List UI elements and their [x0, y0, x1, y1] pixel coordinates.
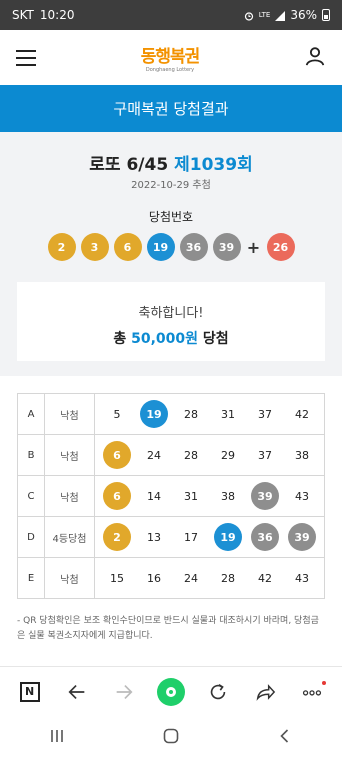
winning-ball: 3	[80, 233, 109, 261]
logo-subtext: Donghaeng Lottery	[145, 67, 195, 73]
bonus-ball: 26	[266, 233, 295, 261]
ticket-number: 13	[147, 530, 161, 544]
draw-summary: 로또 6/45 제1039회 2022-10-29 추첨 당첨번호 2 3 6 …	[0, 132, 342, 376]
site-logo[interactable]: 동행복권 Donghaeng Lottery	[140, 42, 201, 73]
table-row: E 낙첨 15 16 24 28 42 43	[17, 557, 325, 599]
winning-numbers: 2 3 6 19 36 39 + 26	[0, 233, 342, 261]
ticket-number: 43	[295, 489, 309, 503]
winning-ball: 39	[212, 233, 241, 261]
prize-summary-card: 축하합니다! 총 50,000원 당첨	[17, 282, 325, 361]
user-icon[interactable]	[304, 45, 326, 71]
ticket-number: 43	[295, 571, 309, 585]
ticket-number: 31	[221, 407, 235, 421]
signal-icon	[275, 10, 286, 21]
forward-arrow-icon[interactable]	[109, 677, 139, 707]
recents-icon[interactable]	[48, 727, 66, 749]
game-id: D	[17, 516, 45, 558]
congrats-text: 축하합니다!	[138, 306, 204, 321]
winning-ball: 36	[179, 233, 208, 261]
ticket-number: 29	[221, 448, 235, 462]
ticket-number: 38	[221, 489, 235, 503]
ticket-number: 16	[147, 571, 161, 585]
notice-text: - QR 당첨확인은 보조 확인수단이므로 반드시 실물과 대조하시기 바라며,…	[17, 616, 319, 641]
back-icon[interactable]	[276, 727, 294, 749]
draw-title: 로또 6/45 제1039회	[0, 150, 342, 175]
game-id: C	[17, 475, 45, 517]
game-id: A	[17, 393, 45, 435]
ticket-number: 5	[113, 407, 121, 421]
status-bar: SKT 10:20 LTE 36%	[0, 0, 342, 30]
ticket-number: 14	[147, 489, 161, 503]
ticket-number: 37	[258, 448, 272, 462]
ticket-number-match: 19	[140, 400, 168, 428]
ticket-number: 28	[184, 448, 198, 462]
ticket-number: 38	[295, 448, 309, 462]
ticket-number: 42	[295, 407, 309, 421]
battery-percent: 36%	[290, 8, 317, 22]
ticket-number: 28	[184, 407, 198, 421]
page-title: 구매복권 당첨결과	[113, 100, 229, 118]
notification-dot	[322, 680, 327, 685]
home-icon[interactable]	[162, 727, 180, 749]
hamburger-menu-icon[interactable]	[16, 49, 36, 66]
ticket-number: 42	[258, 571, 272, 585]
draw-date: 2022-10-29 추첨	[131, 180, 211, 191]
clock: 10:20	[39, 8, 75, 22]
ticket-number: 17	[184, 530, 198, 544]
total-prize: 총 50,000원 당첨	[17, 328, 325, 348]
game-result: 낙첨	[44, 434, 95, 476]
total-prefix: 총	[113, 331, 127, 347]
table-row: B 낙첨 6 24 28 29 37 38	[17, 434, 325, 476]
naver-icon[interactable]: N	[15, 677, 45, 707]
ticket-number: 31	[184, 489, 198, 503]
winning-ball: 2	[47, 233, 76, 261]
table-row: A 낙첨 5 19 28 31 37 42	[17, 393, 325, 435]
table-row: D 4등당첨 2 13 17 19 36 39	[17, 516, 325, 558]
winning-ball: 19	[146, 233, 175, 261]
game-name: 로또 6/45	[89, 155, 169, 175]
ticket-number-match: 6	[103, 441, 131, 469]
app-header: 동행복권 Donghaeng Lottery	[0, 30, 342, 85]
ticket-number-match: 39	[288, 523, 316, 551]
logo-text: 동행복권	[140, 47, 201, 67]
prize-amount: 50,000원	[131, 331, 199, 347]
total-suffix: 당첨	[202, 331, 229, 347]
carrier-label: SKT	[12, 8, 34, 22]
winning-ball: 6	[113, 233, 142, 261]
ticket-number-match: 36	[251, 523, 279, 551]
more-icon[interactable]	[297, 677, 327, 707]
ticket-number: 24	[147, 448, 161, 462]
ticket-number-match: 6	[103, 482, 131, 510]
game-result: 낙첨	[44, 475, 95, 517]
game-result: 낙첨	[44, 393, 95, 435]
ticket-results: A 낙첨 5 19 28 31 37 42 B 낙첨 6 24 28 29 37…	[0, 376, 342, 666]
ticket-number-match: 2	[103, 523, 131, 551]
page-title-bar: 구매복권 당첨결과	[0, 85, 342, 132]
network-label: LTE	[258, 11, 271, 19]
share-icon[interactable]	[250, 677, 280, 707]
game-result: 4등당첨	[44, 516, 95, 558]
ticket-number-match: 19	[214, 523, 242, 551]
draw-round: 제1039회	[174, 155, 253, 175]
game-result: 낙첨	[44, 557, 95, 599]
ticket-number: 15	[110, 571, 124, 585]
alarm-icon	[244, 10, 254, 21]
system-nav-bar	[0, 716, 342, 760]
ticket-number: 37	[258, 407, 272, 421]
refresh-icon[interactable]	[203, 677, 233, 707]
back-arrow-icon[interactable]	[62, 677, 92, 707]
winning-numbers-label: 당첨번호	[148, 210, 194, 224]
battery-icon	[322, 9, 330, 21]
table-row: C 낙첨 6 14 31 38 39 43	[17, 475, 325, 517]
green-dot-icon[interactable]	[156, 677, 186, 707]
game-id: B	[17, 434, 45, 476]
ticket-number: 28	[221, 571, 235, 585]
game-id: E	[17, 557, 45, 599]
browser-toolbar: N	[0, 666, 342, 716]
ticket-number: 24	[184, 571, 198, 585]
plus-sign: +	[246, 237, 261, 257]
ticket-table: A 낙첨 5 19 28 31 37 42 B 낙첨 6 24 28 29 37…	[17, 393, 325, 599]
ticket-number-match: 39	[251, 482, 279, 510]
